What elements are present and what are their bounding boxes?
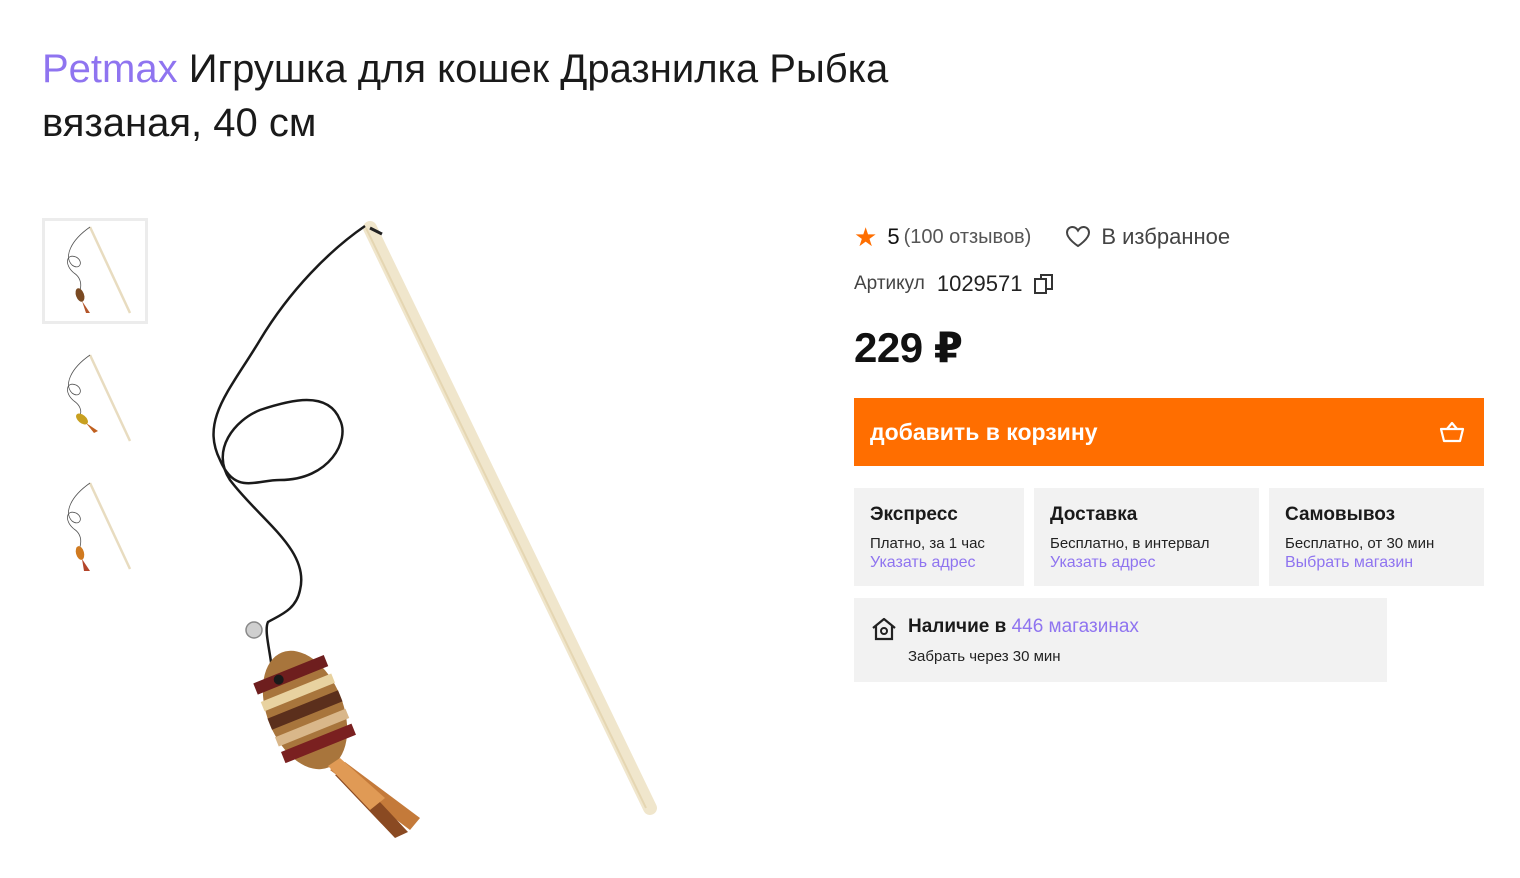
sku-row: Артикул 1029571	[854, 270, 1484, 298]
delivery-pickup-store-link[interactable]: Выбрать магазин	[1285, 553, 1468, 572]
add-to-cart-label: добавить в корзину	[870, 418, 1098, 445]
star-icon: ★	[854, 222, 878, 252]
page-title: Petmax Игрушка для кошек Дразнилка Рыбка…	[42, 42, 1002, 150]
delivery-standard-subtitle: Бесплатно, в интервал	[1050, 535, 1210, 552]
thumbnail-2[interactable]	[42, 346, 148, 452]
product-main-image[interactable]	[180, 210, 740, 840]
delivery-pickup-subtitle: Бесплатно, от 30 мин	[1285, 535, 1435, 552]
stock-availability-card: Наличие в 446 магазинах Забрать через 30…	[854, 598, 1387, 682]
thumbnail-1[interactable]	[42, 218, 148, 324]
product-photo-yellow-fish-icon	[67, 354, 132, 442]
reviews-link[interactable]: (100 отзывов)	[904, 226, 1032, 249]
sku-label: Артикул	[854, 273, 925, 294]
delivery-pickup-card: Самовывоз Бесплатно, от 30 мин Выбрать м…	[1269, 488, 1484, 586]
add-to-cart-button[interactable]: добавить в корзину	[854, 398, 1484, 466]
delivery-standard-address-link[interactable]: Указать адрес	[1050, 553, 1243, 572]
stores-count-link[interactable]: 446 магазинах	[1012, 616, 1139, 637]
basket-icon	[1439, 421, 1465, 443]
product-photo-brown-fish-icon	[67, 226, 132, 314]
store-icon	[872, 617, 896, 641]
product-photo-icon	[212, 221, 657, 838]
brand-link[interactable]: Petmax	[42, 47, 178, 91]
delivery-options: Экспресс Платно, за 1 час Указать адрес …	[854, 488, 1484, 586]
favorites-label: В избранное	[1101, 224, 1231, 249]
delivery-express-address-link[interactable]: Указать адрес	[870, 553, 1008, 572]
delivery-standard-title: Доставка	[1050, 504, 1138, 525]
delivery-express-title: Экспресс	[870, 504, 958, 525]
delivery-pickup-title: Самовывоз	[1285, 504, 1396, 525]
price: 229 ₽	[854, 324, 963, 371]
rating-value: 5	[887, 224, 900, 249]
stock-title: Наличие в 446 магазинах	[908, 616, 1139, 638]
product-info-panel: ★ 5 (100 отзывов) В избранное Артикул 10…	[854, 220, 1484, 682]
sku-value: 1029571	[936, 271, 1023, 296]
delivery-express-subtitle: Платно, за 1 час	[870, 535, 985, 552]
rating-row: ★ 5 (100 отзывов) В избранное	[854, 220, 1484, 254]
stock-pickup-time: Забрать через 30 мин	[908, 648, 1061, 665]
thumbnail-list	[42, 218, 148, 602]
copy-icon[interactable]	[1033, 272, 1055, 296]
add-to-favorites-button[interactable]: В избранное	[1065, 224, 1230, 250]
product-photo-orange-fish-icon	[67, 482, 132, 571]
delivery-standard-card: Доставка Бесплатно, в интервал Указать а…	[1034, 488, 1259, 586]
heart-icon	[1066, 225, 1091, 248]
stock-prefix: Наличие в	[908, 616, 1007, 637]
delivery-express-card: Экспресс Платно, за 1 час Указать адрес	[854, 488, 1024, 586]
thumbnail-3[interactable]	[42, 474, 148, 580]
